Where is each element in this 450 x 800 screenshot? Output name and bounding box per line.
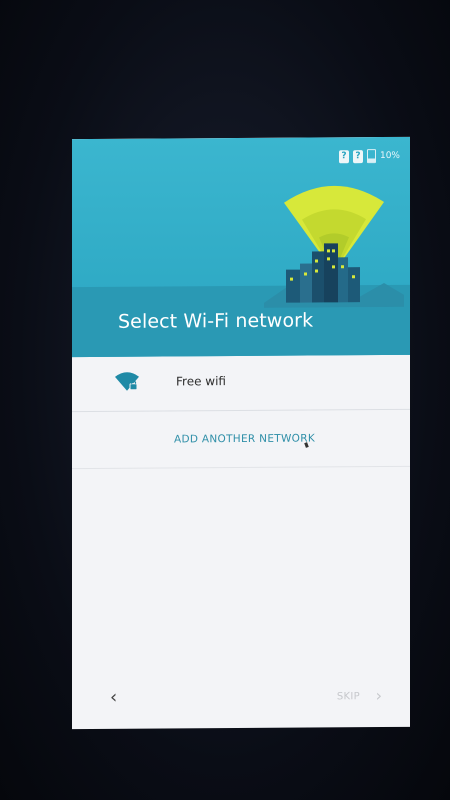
battery-text: 10% xyxy=(379,150,400,162)
status-bar: ? ? 10% xyxy=(338,149,400,164)
battery-icon xyxy=(366,149,376,164)
network-item-free-wifi[interactable]: Free wifi xyxy=(72,354,410,413)
sim2-icon: ? xyxy=(352,149,363,163)
network-name: Free wifi xyxy=(176,374,226,389)
wifi-city-icon xyxy=(264,185,404,308)
page-title: Select Wi-Fi network xyxy=(118,309,314,333)
sim1-icon: ? xyxy=(338,149,349,163)
phone-frame: ? ? 10% Select Wi-Fi network Free wifi A… xyxy=(0,0,450,800)
chevron-left-icon[interactable]: ‹ xyxy=(110,687,117,708)
header: ? ? 10% Select Wi-Fi network xyxy=(72,136,410,358)
add-network-label: ADD ANOTHER NETWORK xyxy=(174,432,316,446)
setup-screen: ? ? 10% Select Wi-Fi network Free wifi A… xyxy=(72,136,410,730)
skip-button[interactable]: SKIP xyxy=(337,691,360,702)
add-another-network-button[interactable]: ADD ANOTHER NETWORK xyxy=(72,409,410,470)
wifi-locked-icon xyxy=(115,372,139,391)
chevron-right-icon[interactable]: › xyxy=(376,686,382,705)
